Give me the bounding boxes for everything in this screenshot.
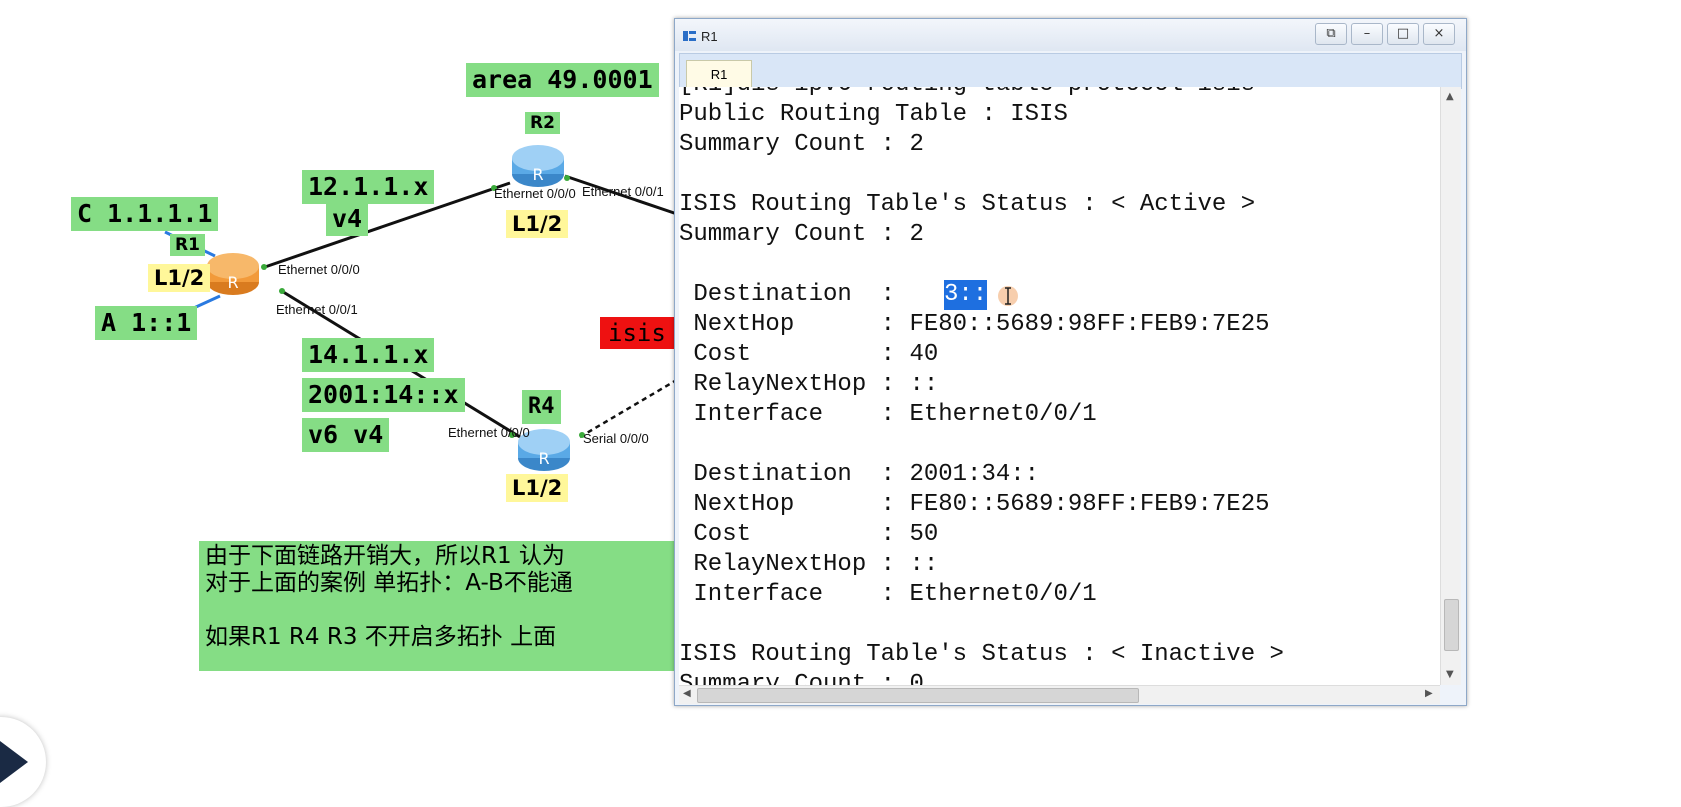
svg-text:R: R	[538, 449, 549, 468]
term-line: ISIS Routing Table's Status : < Inactive…	[679, 641, 1284, 668]
term-line-cmd: [R1]dis ipv6 routing-table protocol isis	[679, 87, 1255, 100]
horizontal-scrollbar[interactable]: ◀ ▶	[679, 685, 1440, 704]
link-r1-r4-proto: v6 v4	[302, 418, 390, 452]
tab-r1[interactable]: R1	[686, 60, 752, 89]
router-r1-name: R1	[170, 234, 205, 256]
term-line: RelayNextHop : ::	[679, 551, 939, 578]
r1-loopback-a: A 1::1	[95, 306, 198, 340]
note-line-2: 对于上面的案例 单拓扑：A-B不能通	[205, 570, 573, 596]
term-line: Destination : 2001:34::	[679, 461, 1040, 488]
term-line: Cost : 50	[679, 521, 939, 548]
restore-button[interactable]: ⧉	[1315, 23, 1347, 45]
vertical-scrollbar[interactable]: ▲ ▼	[1440, 87, 1461, 685]
port-r2-e000: Ethernet 0/0/0	[494, 186, 576, 201]
router-r4-level: L1/2	[506, 474, 569, 502]
terminal-output[interactable]: [R1]dis ipv6 routing-table protocol isis…	[679, 87, 1440, 685]
note-line-1: 由于下面链路开销大，所以R1 认为	[205, 543, 565, 569]
isis-tag: isis	[600, 317, 674, 349]
port-r4-s000: Serial 0/0/0	[583, 431, 649, 446]
term-line: Destination :	[679, 281, 910, 308]
term-line: NextHop : FE80::5689:98FF:FEB9:7E25	[679, 491, 1270, 518]
close-button[interactable]: ×	[1423, 23, 1455, 45]
term-line: Summary Count : 2	[679, 131, 924, 158]
selected-destination[interactable]: 3::	[944, 280, 988, 310]
vertical-scroll-thumb[interactable]	[1444, 599, 1459, 651]
link-r1-r2-proto: v4	[326, 202, 369, 236]
term-line: Summary Count : 2	[679, 221, 924, 248]
svg-text:R: R	[227, 273, 238, 292]
port-r1-e001: Ethernet 0/0/1	[276, 302, 358, 317]
note-line-4: 如果R1 R4 R3 不开启多拓扑 上面	[205, 624, 557, 650]
scroll-right-icon[interactable]: ▶	[1425, 688, 1433, 699]
term-line: Interface : Ethernet0/0/1	[679, 581, 1097, 608]
play-icon	[0, 741, 28, 783]
text-cursor-icon	[998, 286, 1018, 306]
port-r4-e000: Ethernet 0/0/0	[448, 425, 530, 440]
tab-bar: R1	[679, 53, 1462, 89]
router-r1-icon[interactable]: R	[205, 248, 261, 298]
link-r1-r4-subnet: 14.1.1.x	[302, 338, 435, 372]
svg-text:R: R	[532, 165, 543, 184]
term-line: Public Routing Table : ISIS	[679, 101, 1068, 128]
minimize-button[interactable]: –	[1351, 23, 1383, 45]
router-r2-level: L1/2	[506, 210, 569, 238]
scroll-up-icon[interactable]: ▲	[1446, 91, 1454, 102]
term-line: NextHop : FE80::5689:98FF:FEB9:7E25	[679, 311, 1270, 338]
maximize-button[interactable]: □	[1387, 23, 1419, 45]
router-r1-level: L1/2	[148, 264, 211, 292]
app-icon	[683, 31, 696, 41]
window-title: R1	[701, 29, 718, 44]
port-r2-e001: Ethernet 0/0/1	[582, 184, 664, 199]
horizontal-scroll-thumb[interactable]	[697, 688, 1139, 703]
term-line: Cost : 40	[679, 341, 939, 368]
port-r1-e000: Ethernet 0/0/0	[278, 262, 360, 277]
router-r2-icon[interactable]: R	[510, 140, 566, 190]
router-r2-name: R2	[525, 112, 560, 134]
term-line: Summary Count : 0	[679, 671, 924, 685]
r1-loopback-c: C 1.1.1.1	[71, 197, 219, 231]
term-line: ISIS Routing Table's Status : < Active >	[679, 191, 1256, 218]
link-r1-r2-subnet: 12.1.1.x	[302, 170, 435, 204]
link-r1-r4-v6-subnet: 2001:14::x	[302, 378, 465, 412]
scroll-left-icon[interactable]: ◀	[683, 688, 691, 699]
term-line: RelayNextHop : ::	[679, 371, 939, 398]
terminal-window[interactable]: R1 ⧉ – □ × R1 [R1]dis ipv6 routing-table…	[674, 18, 1467, 706]
scroll-down-icon[interactable]: ▼	[1446, 669, 1454, 680]
note-box: 由于下面链路开销大，所以R1 认为 对于上面的案例 单拓扑：A-B不能通 如果R…	[199, 541, 679, 671]
note-line-3	[199, 597, 679, 624]
term-line: Interface : Ethernet0/0/1	[679, 401, 1097, 428]
window-titlebar[interactable]: R1 ⧉ – □ ×	[675, 19, 1466, 51]
router-r4-name: R4	[522, 390, 561, 424]
area-label: area 49.0001	[466, 63, 659, 97]
link-r4-r3	[579, 376, 681, 439]
